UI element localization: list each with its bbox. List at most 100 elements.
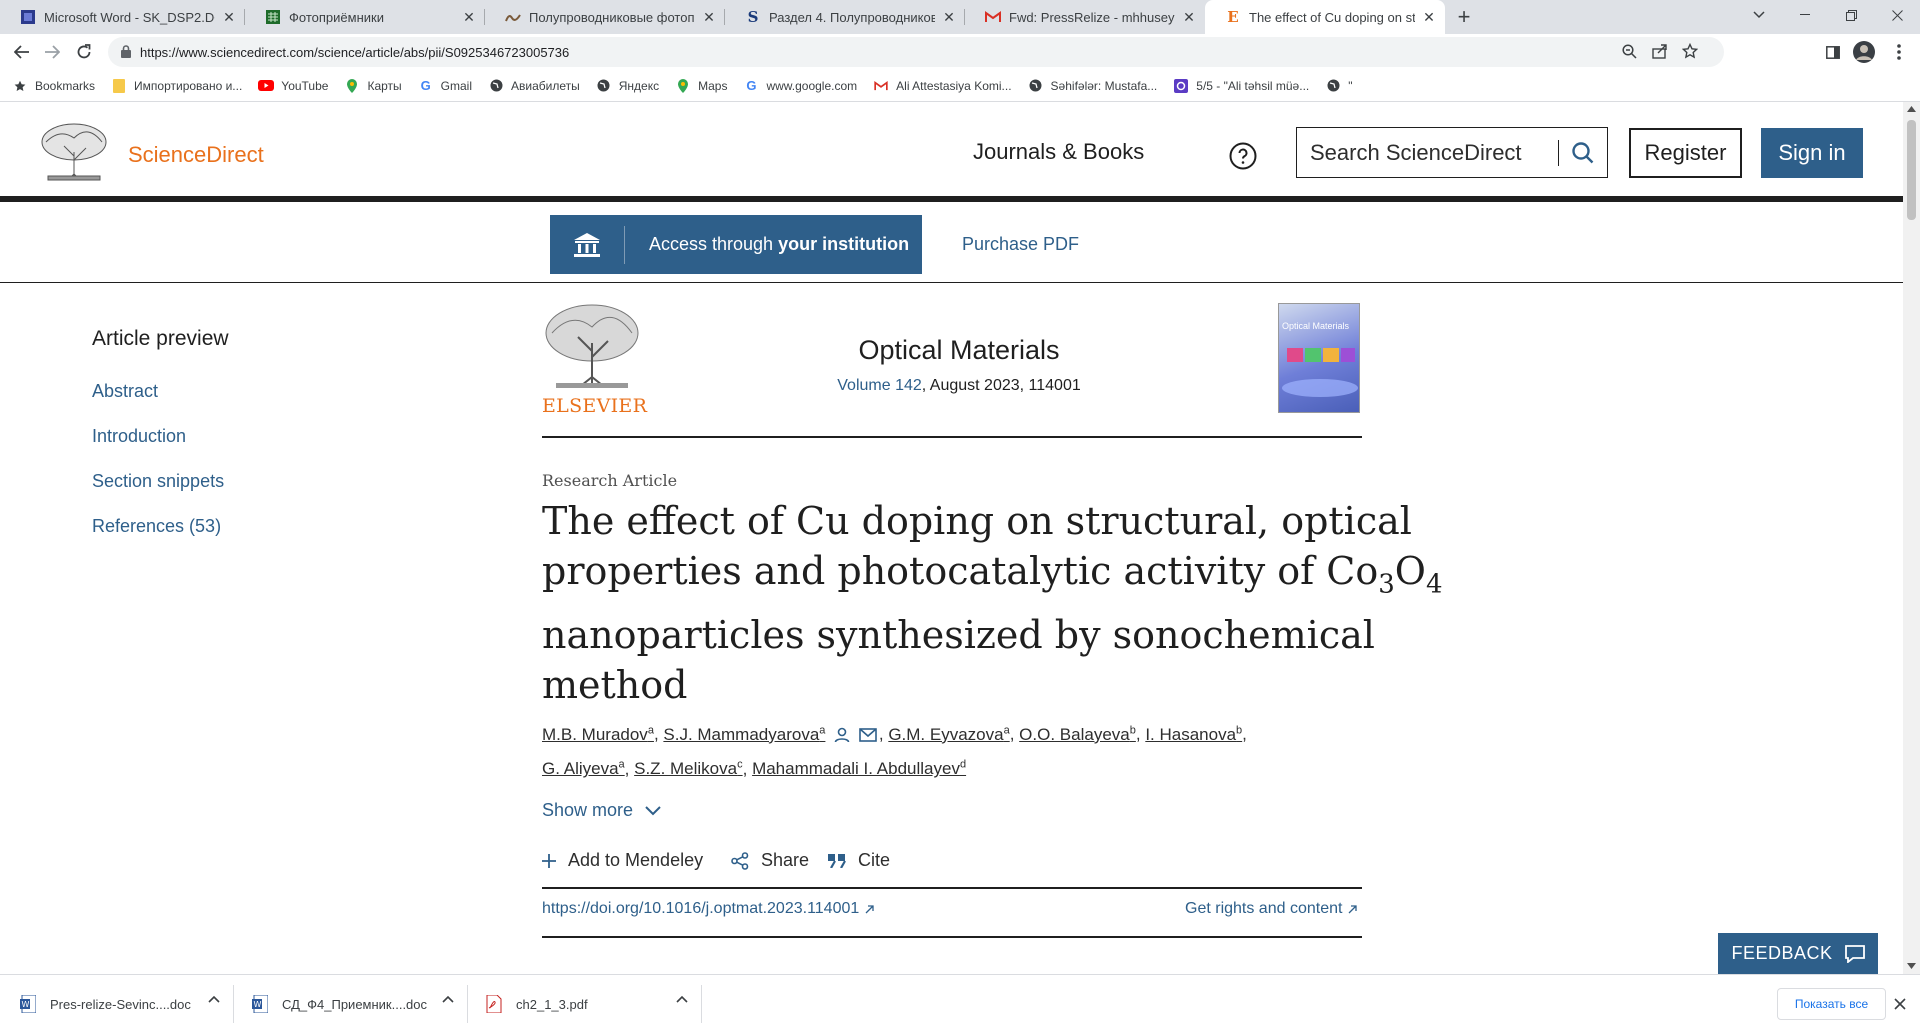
toc-introduction[interactable]: Introduction <box>92 426 186 447</box>
profile-avatar[interactable] <box>1850 38 1878 66</box>
tab-gmail[interactable]: Fwd: PressRelize - mhhuseyn@gmail.com ✕ <box>965 0 1205 34</box>
journals-books-link[interactable]: Journals & Books <box>973 139 1144 165</box>
volume-link[interactable]: Volume 142 <box>837 377 922 394</box>
search-box[interactable]: Search ScienceDirect <box>1296 127 1608 178</box>
gmail-icon <box>985 9 1001 25</box>
show-all-downloads-button[interactable]: Показать все <box>1777 988 1886 1020</box>
title-line-4: method <box>542 662 688 707</box>
address-bar[interactable]: https://www.sciencedirect.com/science/ar… <box>108 37 1724 67</box>
close-icon[interactable]: ✕ <box>941 9 957 25</box>
bookmark-other[interactable]: " <box>1325 78 1353 94</box>
purchase-pdf-link[interactable]: Purchase PDF <box>962 234 1079 255</box>
email-icon[interactable] <box>859 728 877 742</box>
author-link[interactable]: S.J. Mammadyarovaa <box>663 724 825 744</box>
toc-abstract[interactable]: Abstract <box>92 381 158 402</box>
close-icon[interactable]: ✕ <box>701 9 717 25</box>
bookmark-google[interactable]: Gwww.google.com <box>743 78 857 94</box>
bookmark-maps[interactable]: Maps <box>675 78 727 94</box>
side-panel-icon[interactable] <box>1819 38 1847 66</box>
bookmark-maps-ru[interactable]: Карты <box>344 78 402 94</box>
forward-arrow-icon[interactable] <box>38 38 66 66</box>
sciencedirect-logo[interactable]: ScienceDirect <box>128 142 264 168</box>
access-through-institution-button[interactable]: Access through your institution <box>550 215 922 274</box>
close-icon[interactable]: ✕ <box>1421 9 1437 25</box>
get-rights-link[interactable]: Get rights and content <box>1185 900 1358 918</box>
bookmark-yandex[interactable]: Яндекс <box>596 78 659 94</box>
author-name: G. Aliyeva <box>542 759 619 779</box>
bookmark-ali-attestasiya[interactable]: Ali Attestasiya Komi... <box>873 78 1012 94</box>
show-more-button[interactable]: Show more <box>542 800 661 821</box>
zoom-icon[interactable] <box>1622 44 1637 59</box>
new-tab-button[interactable]: + <box>1452 4 1476 29</box>
doi-link[interactable]: https://doi.org/10.1016/j.optmat.2023.11… <box>542 900 874 918</box>
author-link[interactable]: G.M. Eyvazovaa <box>888 724 1010 744</box>
toc-section-snippets[interactable]: Section snippets <box>92 471 224 492</box>
bookmark-gmail[interactable]: G Gmail <box>418 78 472 94</box>
elsevier-logo[interactable]: ELSEVIER <box>542 303 647 417</box>
close-icon[interactable]: ✕ <box>1181 9 1197 25</box>
add-to-mendeley-button[interactable]: Add to Mendeley <box>542 850 703 871</box>
page-scrollbar[interactable] <box>1903 102 1920 974</box>
author-affiliation: b <box>1236 724 1243 736</box>
tab-sciencedirect-article[interactable]: E The effect of Cu doping on structural … <box>1205 0 1445 34</box>
close-icon[interactable]: ✕ <box>461 9 477 25</box>
kebab-menu-icon[interactable] <box>1885 38 1913 66</box>
chat-bubble-icon <box>1844 944 1865 963</box>
reload-icon[interactable] <box>70 38 98 66</box>
tab-section-4[interactable]: S Раздел 4. Полупроводниковые ✕ <box>725 0 965 34</box>
toc-references[interactable]: References (53) <box>92 516 221 537</box>
restore-window-icon[interactable] <box>1828 0 1874 30</box>
lock-icon[interactable] <box>121 45 131 58</box>
page-content: ScienceDirect Journals & Books Search Sc… <box>0 102 1903 974</box>
author-link[interactable]: G. Aliyevaa <box>542 759 625 779</box>
url-text: https://www.sciencedirect.com/science/ar… <box>140 44 570 60</box>
minimize-window-icon[interactable] <box>1782 0 1828 30</box>
author-link[interactable]: S.Z. Melikovac <box>634 759 742 779</box>
author-link[interactable]: M.B. Muradova <box>542 724 654 744</box>
scrollbar-thumb[interactable] <box>1907 120 1916 220</box>
bookmark-aviabilety[interactable]: Авиабилеты <box>488 78 580 94</box>
quote-icon <box>828 853 846 868</box>
tab-photoreceivers[interactable]: Фотоприёмники ✕ <box>245 0 485 34</box>
register-button[interactable]: Register <box>1629 128 1742 178</box>
bookmark-bookmarks[interactable]: Bookmarks <box>12 78 95 94</box>
tab-semiconductor-photoreceivers[interactable]: Полупроводниковые фотоприёмники ✕ <box>485 0 725 34</box>
close-icon[interactable]: ✕ <box>221 9 237 25</box>
tab-search-chevron-icon[interactable] <box>1736 0 1782 30</box>
help-icon[interactable] <box>1229 142 1257 170</box>
author-affiliation: a <box>1003 724 1010 736</box>
chevron-up-icon[interactable] <box>442 995 454 1003</box>
bookmark-sehifeler[interactable]: Səhifələr: Mustafa... <box>1028 78 1157 94</box>
bookmark-imported[interactable]: Импортировано и... <box>111 78 242 94</box>
journal-cover[interactable]: Optical Materials <box>1278 303 1360 413</box>
bookmark-ali-tehsil[interactable]: 5/5 - "Ali təhsil müə... <box>1173 78 1309 94</box>
cite-button[interactable]: Cite <box>828 850 890 871</box>
download-item-pres-relize[interactable]: W Pres-relize-Sevinc....doc <box>0 975 234 1033</box>
download-item-ch2-pdf[interactable]: ch2_1_3.pdf <box>468 975 702 1033</box>
tab-word-doc[interactable]: Microsoft Word - SK_DSP2.DOC ✕ <box>0 0 245 34</box>
cover-title: Optical Materials <box>1282 321 1350 331</box>
download-item-sd-f4[interactable]: W СД_Ф4_Приемник....doc <box>234 975 468 1033</box>
bookmark-star-icon[interactable] <box>1682 43 1698 59</box>
search-input[interactable]: Search ScienceDirect <box>1310 140 1558 166</box>
close-window-icon[interactable] <box>1874 0 1920 30</box>
share-button[interactable]: Share <box>731 850 809 871</box>
share-page-icon[interactable] <box>1652 44 1668 59</box>
scroll-down-arrow-icon[interactable] <box>1907 963 1916 969</box>
author-link[interactable]: Mahammadali I. Abdullayevd <box>752 759 966 779</box>
back-arrow-icon[interactable] <box>8 38 36 66</box>
author-affiliation: b <box>1129 724 1136 736</box>
search-icon[interactable] <box>1559 141 1607 165</box>
close-downloads-icon[interactable] <box>1894 998 1906 1010</box>
scroll-up-arrow-icon[interactable] <box>1907 106 1916 112</box>
chevron-up-icon[interactable] <box>208 995 220 1003</box>
sign-in-button[interactable]: Sign in <box>1761 128 1863 178</box>
journal-title[interactable]: Optical Materials <box>644 335 1274 366</box>
chevron-up-icon[interactable] <box>676 995 688 1003</box>
elsevier-tree-logo[interactable] <box>38 122 110 184</box>
feedback-button[interactable]: FEEDBACK <box>1718 933 1878 974</box>
author-link[interactable]: I. Hasanovab <box>1145 724 1243 744</box>
person-icon[interactable] <box>834 727 850 743</box>
bookmark-youtube[interactable]: YouTube <box>258 78 328 94</box>
author-link[interactable]: O.O. Balayevab <box>1019 724 1136 744</box>
